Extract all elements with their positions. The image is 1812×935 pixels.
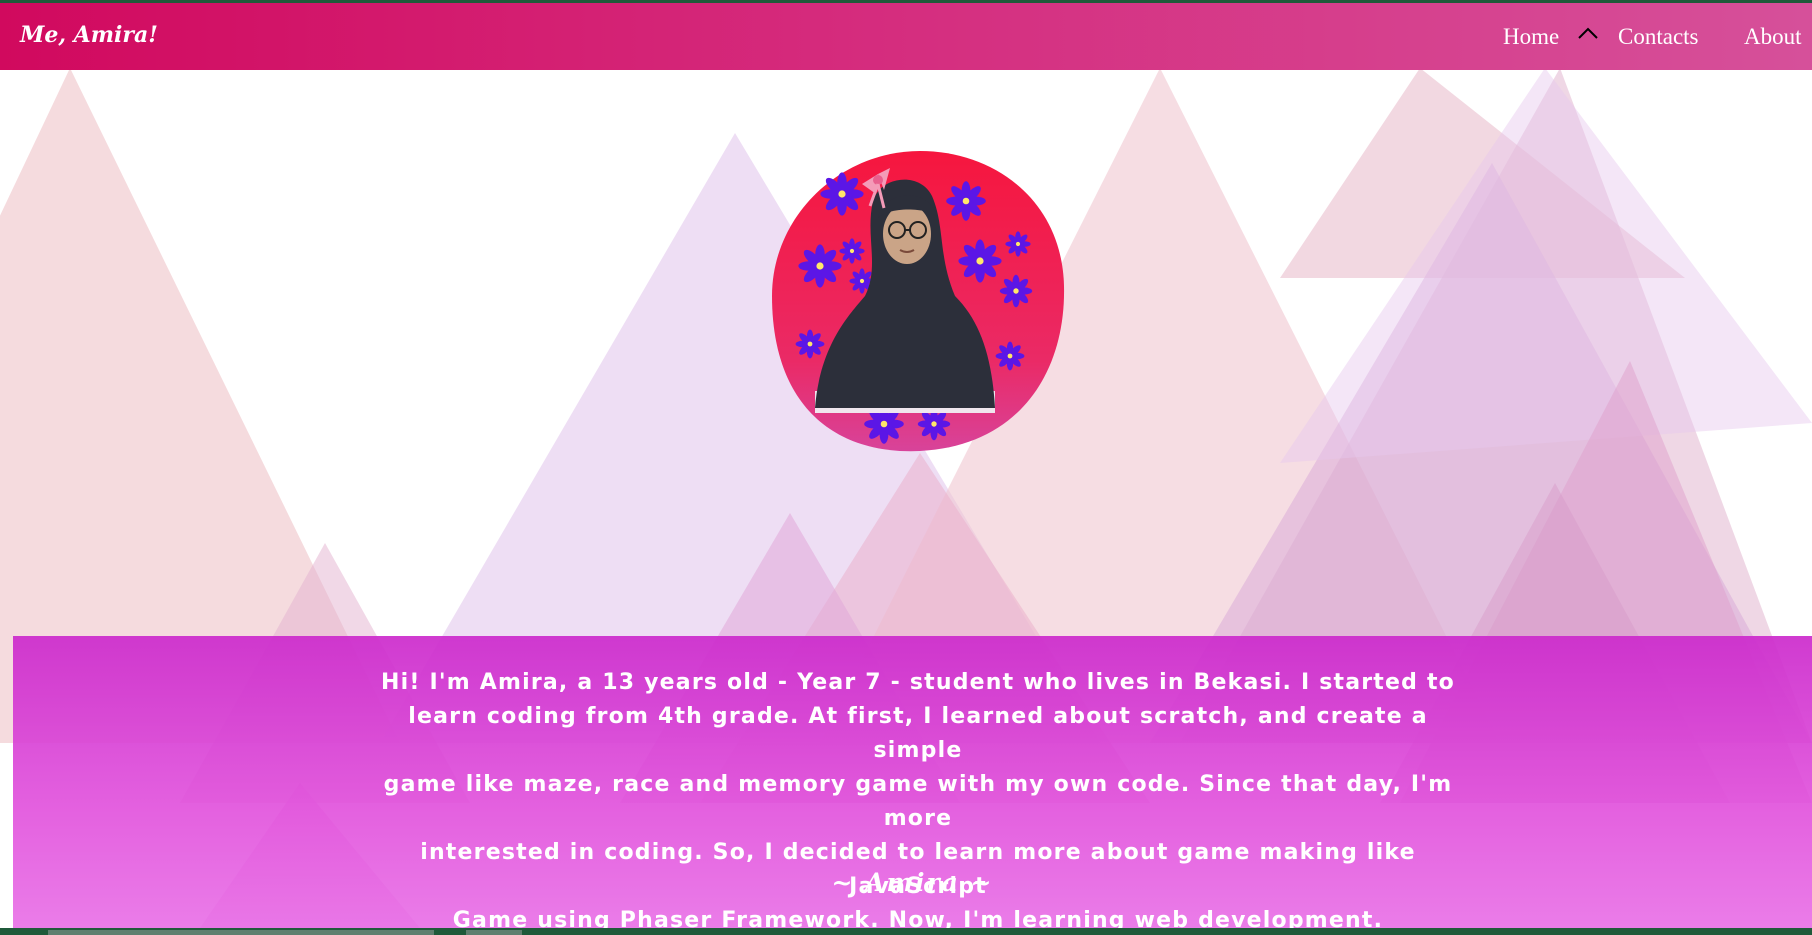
nav-home-link[interactable]: Home xyxy=(1503,24,1559,50)
scrollbar-track[interactable] xyxy=(48,930,434,935)
about-section: Hi! I'm Amira, a 13 years old - Year 7 -… xyxy=(13,636,1812,928)
chevron-up-icon[interactable] xyxy=(1576,25,1600,41)
profile-avatar xyxy=(772,151,1065,452)
about-line: learn coding from 4th grade. At first, I… xyxy=(408,704,1428,763)
about-line: Hi! I'm Amira, a 13 years old - Year 7 -… xyxy=(381,670,1455,695)
nav-about-link[interactable]: About xyxy=(1744,24,1802,50)
about-line: game like maze, race and memory game wit… xyxy=(383,772,1453,831)
scrollbar-thumb[interactable] xyxy=(466,930,522,935)
page: Me, Amira! Home Contacts About Hi! I'm A… xyxy=(0,3,1812,928)
site-brand[interactable]: Me, Amira! xyxy=(20,22,158,48)
top-navbar: Me, Amira! Home Contacts About xyxy=(0,3,1812,70)
nav-contacts-link[interactable]: Contacts xyxy=(1618,24,1699,50)
about-line: Game using Phaser Framework. Now, I'm le… xyxy=(452,908,1384,928)
signature: ~ Amira ~ xyxy=(831,868,994,897)
